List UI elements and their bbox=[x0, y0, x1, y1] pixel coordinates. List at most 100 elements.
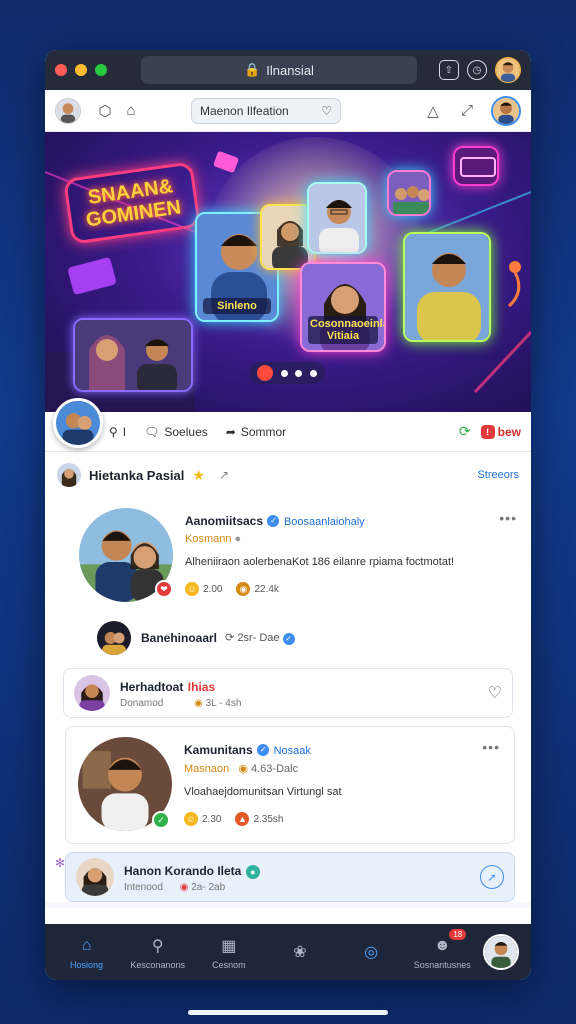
home-icon[interactable]: ⌂ bbox=[121, 101, 141, 121]
view-count-value: 2.35sh bbox=[253, 813, 284, 825]
bell-icon[interactable]: △ bbox=[423, 101, 443, 121]
post-body: Aanomiitsacs ✓ Boosaanlaiohaly Kosmann ●… bbox=[185, 508, 485, 604]
app-window: 🔒 Ilnansial ⇧ ◷ ⬡ ⌂ Maenon Ilfeation ♡ △… bbox=[45, 50, 531, 980]
search-input[interactable]: Maenon Ilfeation ♡ bbox=[191, 97, 341, 124]
user-avatar[interactable] bbox=[55, 97, 81, 124]
hero-card-glasses-man[interactable] bbox=[307, 182, 367, 254]
hero-card-group[interactable] bbox=[387, 170, 431, 216]
heart-icon[interactable]: ♡ bbox=[321, 104, 332, 118]
post-highlight-sub-text: Intenood bbox=[124, 881, 163, 893]
nav-profile[interactable]: ☻ 18 Sosnantusnes bbox=[412, 928, 472, 970]
upload-icon[interactable]: ⇧ bbox=[439, 60, 459, 80]
browser-chrome: 🔒 Ilnansial ⇧ ◷ bbox=[45, 50, 531, 90]
post-mini-meta: ⟳ 2sr- Dae ✓ bbox=[225, 631, 295, 645]
carousel-dot-active[interactable] bbox=[256, 365, 273, 381]
post-card[interactable]: ✓ Kamunitans ✓ Nosaak Masnaon ◉ 4.63-Dal… bbox=[65, 726, 515, 844]
hero-card-portrait bbox=[405, 234, 489, 340]
like-count[interactable]: ☺ 2.30 bbox=[184, 812, 221, 826]
share-icon: ➦ bbox=[225, 424, 236, 439]
compass-icon[interactable]: ➚ bbox=[480, 865, 504, 889]
account-avatar[interactable] bbox=[491, 95, 521, 126]
post-highlight-body: Hanon Korando Ileta ● Intenood ◉ 2a- 2ab bbox=[124, 862, 260, 893]
nav-mic[interactable]: ❀ bbox=[270, 941, 330, 963]
post-mini-avatar[interactable] bbox=[97, 621, 131, 655]
post-boxed-wrapper: Herhadtoat Ihias Donamod ◉ 3L - 4sh ♡ bbox=[45, 662, 531, 724]
carousel-dot[interactable] bbox=[310, 369, 318, 377]
like-count[interactable]: ☺ 2.00 bbox=[185, 582, 222, 596]
view-count[interactable]: ▲ 2.35sh bbox=[235, 812, 284, 826]
heart-outline-icon[interactable]: ♡ bbox=[488, 683, 502, 703]
post-highlight[interactable]: Hanon Korando Ileta ● Intenood ◉ 2a- 2ab… bbox=[65, 852, 515, 902]
feed-header-avatar[interactable] bbox=[57, 463, 81, 487]
post-boxed[interactable]: Herhadtoat Ihias Donamod ◉ 3L - 4sh ♡ bbox=[63, 668, 513, 718]
search-action[interactable]: ⚲ I bbox=[109, 425, 126, 439]
share-action[interactable]: ➦ Sommor bbox=[226, 425, 286, 439]
star-icon[interactable]: ★ bbox=[192, 467, 205, 484]
post-mini-meta-text: 2sr- Dae bbox=[237, 632, 280, 645]
post-subtitle-text: Masnaon bbox=[184, 763, 230, 775]
post-author-handle[interactable]: Nosaak bbox=[274, 745, 311, 757]
post-highlight-wrapper: ✻ Hanon Korando Ileta ● Intenood ◉ 2a- 2… bbox=[45, 852, 531, 902]
clock-icon[interactable]: ◷ bbox=[467, 60, 487, 80]
hero-card-couple[interactable] bbox=[73, 318, 193, 392]
hero-card-portrait bbox=[455, 148, 497, 184]
new-badge[interactable]: ! bew bbox=[480, 424, 521, 439]
hero-card-neon-sign[interactable] bbox=[453, 146, 499, 186]
post-author-avatar[interactable]: ✓ bbox=[78, 737, 172, 831]
nav-home-label: Hosiong bbox=[70, 959, 104, 970]
post-author-name: Kamunitans bbox=[184, 743, 253, 757]
post-author-avatar[interactable]: ❤ bbox=[79, 508, 173, 602]
verified-icon: ✓ bbox=[267, 514, 280, 527]
close-window-button[interactable] bbox=[55, 64, 67, 76]
profile-avatar[interactable] bbox=[53, 398, 103, 448]
hexagon-icon[interactable]: ⬡ bbox=[95, 101, 115, 121]
more-options-icon[interactable]: ••• bbox=[482, 739, 500, 755]
carousel-dot[interactable] bbox=[280, 369, 288, 377]
minimize-window-button[interactable] bbox=[75, 64, 87, 76]
external-link-icon[interactable]: ↗ bbox=[219, 468, 229, 482]
refresh-icon[interactable]: ⟳ bbox=[459, 423, 471, 440]
post-highlight-avatar[interactable] bbox=[76, 858, 114, 896]
comments-action[interactable]: 🗨 Soelues bbox=[144, 425, 208, 439]
nav-search[interactable]: ⚲ Kesconanons bbox=[128, 935, 188, 970]
grid-icon: ▦ bbox=[221, 937, 237, 955]
feed-header-link[interactable]: Streeors bbox=[477, 469, 519, 481]
home-indicator[interactable] bbox=[188, 1010, 388, 1015]
share-action-label: Sommor bbox=[240, 424, 287, 439]
nav-avatar[interactable] bbox=[483, 934, 520, 970]
post-mini[interactable]: Banehinoaarl ⟳ 2sr- Dae ✓ bbox=[45, 614, 531, 662]
nav-home[interactable]: ⌂ Hosiong bbox=[57, 935, 117, 970]
post-boxed-tag: Ihias bbox=[187, 679, 216, 694]
more-options-icon[interactable]: ••• bbox=[499, 510, 517, 526]
home-icon: ⌂ bbox=[81, 936, 92, 954]
clock-small-icon: ⟳ bbox=[225, 632, 235, 645]
hero-banner[interactable]: SNAAN& GOMINEN Sinleno Cosonnaoeinlais V… bbox=[45, 132, 531, 412]
info-icon: ● bbox=[234, 533, 242, 545]
post-mini-name: Banehinoaarl bbox=[141, 631, 218, 645]
post-card[interactable]: ❤ Aanomiitsacs ✓ Boosaanlaiohaly Kosmann… bbox=[45, 498, 531, 614]
nav-grid-label: Cesnom bbox=[212, 959, 246, 970]
hero-card-vitiaia[interactable]: Cosonnaoeinlais Vitiaia bbox=[300, 262, 386, 352]
nav-grid[interactable]: ▦ Cesnom bbox=[199, 935, 259, 970]
carousel-indicator bbox=[249, 362, 325, 384]
post-boxed-avatar[interactable] bbox=[74, 675, 110, 711]
verified-icon: ✓ bbox=[257, 743, 270, 756]
view-count[interactable]: ◉ 22.4k bbox=[236, 582, 279, 596]
post-subtitle-text: Kosmann bbox=[185, 533, 232, 545]
hero-card-yellow-shirt-man[interactable] bbox=[403, 232, 491, 342]
maximize-window-button[interactable] bbox=[95, 64, 107, 76]
comment-icon: 🗨 bbox=[144, 424, 160, 439]
check-badge-icon: ✓ bbox=[152, 811, 170, 829]
target-icon: ◎ bbox=[364, 944, 379, 961]
post-stats: ☺ 2.00 ◉ 22.4k bbox=[185, 582, 485, 596]
post-meta-text: 4.63-Dalc bbox=[251, 763, 299, 775]
address-bar[interactable]: 🔒 Ilnansial bbox=[141, 56, 417, 84]
hero-card-label: Sinleno bbox=[203, 298, 271, 314]
post-subtitle: Kosmann ● bbox=[185, 533, 485, 545]
expand-icon[interactable]: ⤢ bbox=[457, 101, 477, 121]
browser-profile-avatar[interactable] bbox=[495, 57, 521, 83]
alert-icon: ! bbox=[480, 424, 495, 439]
carousel-dot[interactable] bbox=[295, 369, 303, 377]
nav-target[interactable]: ◎ bbox=[341, 941, 401, 963]
post-author-handle[interactable]: Boosaanlaiohaly bbox=[284, 516, 365, 528]
